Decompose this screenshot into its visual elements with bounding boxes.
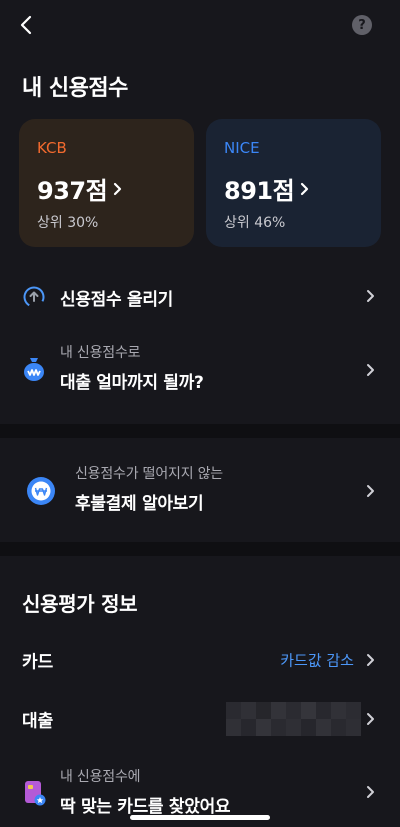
upload-circle-icon — [23, 286, 45, 308]
card-info-value: 카드값 감소 — [280, 651, 354, 670]
score-text: 937점 — [37, 177, 108, 205]
card-info-label: 카드 — [22, 652, 54, 673]
money-bag-icon — [24, 358, 44, 381]
card-rank-text: 상위 46% — [224, 215, 286, 231]
chevron-right-icon — [367, 654, 374, 666]
loan-info-label: 대출 — [22, 711, 54, 732]
card-score-value: 937점 — [37, 171, 176, 206]
chevron-right-icon — [301, 182, 309, 195]
chevron-right-icon — [114, 182, 122, 195]
section-divider — [0, 424, 400, 438]
card-score-value: 891점 — [224, 171, 363, 206]
card-agency-label: NICE — [224, 139, 260, 157]
raise-score-row[interactable]: 신용점수 올리기 — [0, 274, 400, 318]
chevron-right-icon — [367, 786, 374, 798]
chevron-right-icon — [367, 713, 374, 725]
back-button[interactable] — [14, 12, 38, 38]
kcb-score-card[interactable]: KCB 937점 상위 30% — [19, 119, 194, 247]
bnpl-main-label: 후불결제 알아보기 — [75, 494, 204, 514]
loan-limit-row[interactable]: 내 신용점수로 대출 얼마까지 될까? — [0, 338, 400, 402]
chevron-right-icon — [367, 485, 374, 497]
chevron-right-icon — [367, 364, 374, 376]
loan-main-label: 대출 얼마까지 될까? — [60, 373, 204, 393]
card-star-icon — [25, 781, 46, 806]
nice-score-card[interactable]: NICE 891점 상위 46% — [206, 119, 381, 247]
card-rank-text: 상위 30% — [37, 215, 99, 231]
card-info-row[interactable]: 카드 카드값 감소 — [0, 635, 400, 685]
chevron-right-icon — [367, 290, 374, 302]
promo-main-label: 딱 맞는 카드를 찾았어요 — [60, 797, 231, 817]
bnpl-sub-label: 신용점수가 떨어지지 않는 — [75, 466, 223, 482]
top-bar: ? — [0, 0, 400, 52]
credit-info-title: 신용평가 정보 — [22, 592, 138, 616]
raise-score-label: 신용점수 올리기 — [60, 290, 173, 310]
help-button[interactable]: ? — [352, 15, 372, 35]
bnpl-row[interactable]: 신용점수가 떨어지지 않는 후불결제 알아보기 — [0, 456, 400, 526]
section-divider — [0, 542, 400, 556]
loan-sub-label: 내 신용점수로 — [60, 345, 141, 361]
home-indicator — [130, 815, 270, 820]
blurred-value — [226, 702, 361, 736]
card-agency-label: KCB — [37, 139, 67, 157]
score-text: 891점 — [224, 177, 295, 205]
promo-sub-label: 내 신용점수에 — [60, 769, 141, 785]
page-title: 내 신용점수 — [22, 76, 128, 101]
loan-info-row[interactable]: 대출 — [0, 694, 400, 744]
chevron-left-icon — [20, 15, 32, 35]
won-coin-icon — [27, 477, 55, 505]
